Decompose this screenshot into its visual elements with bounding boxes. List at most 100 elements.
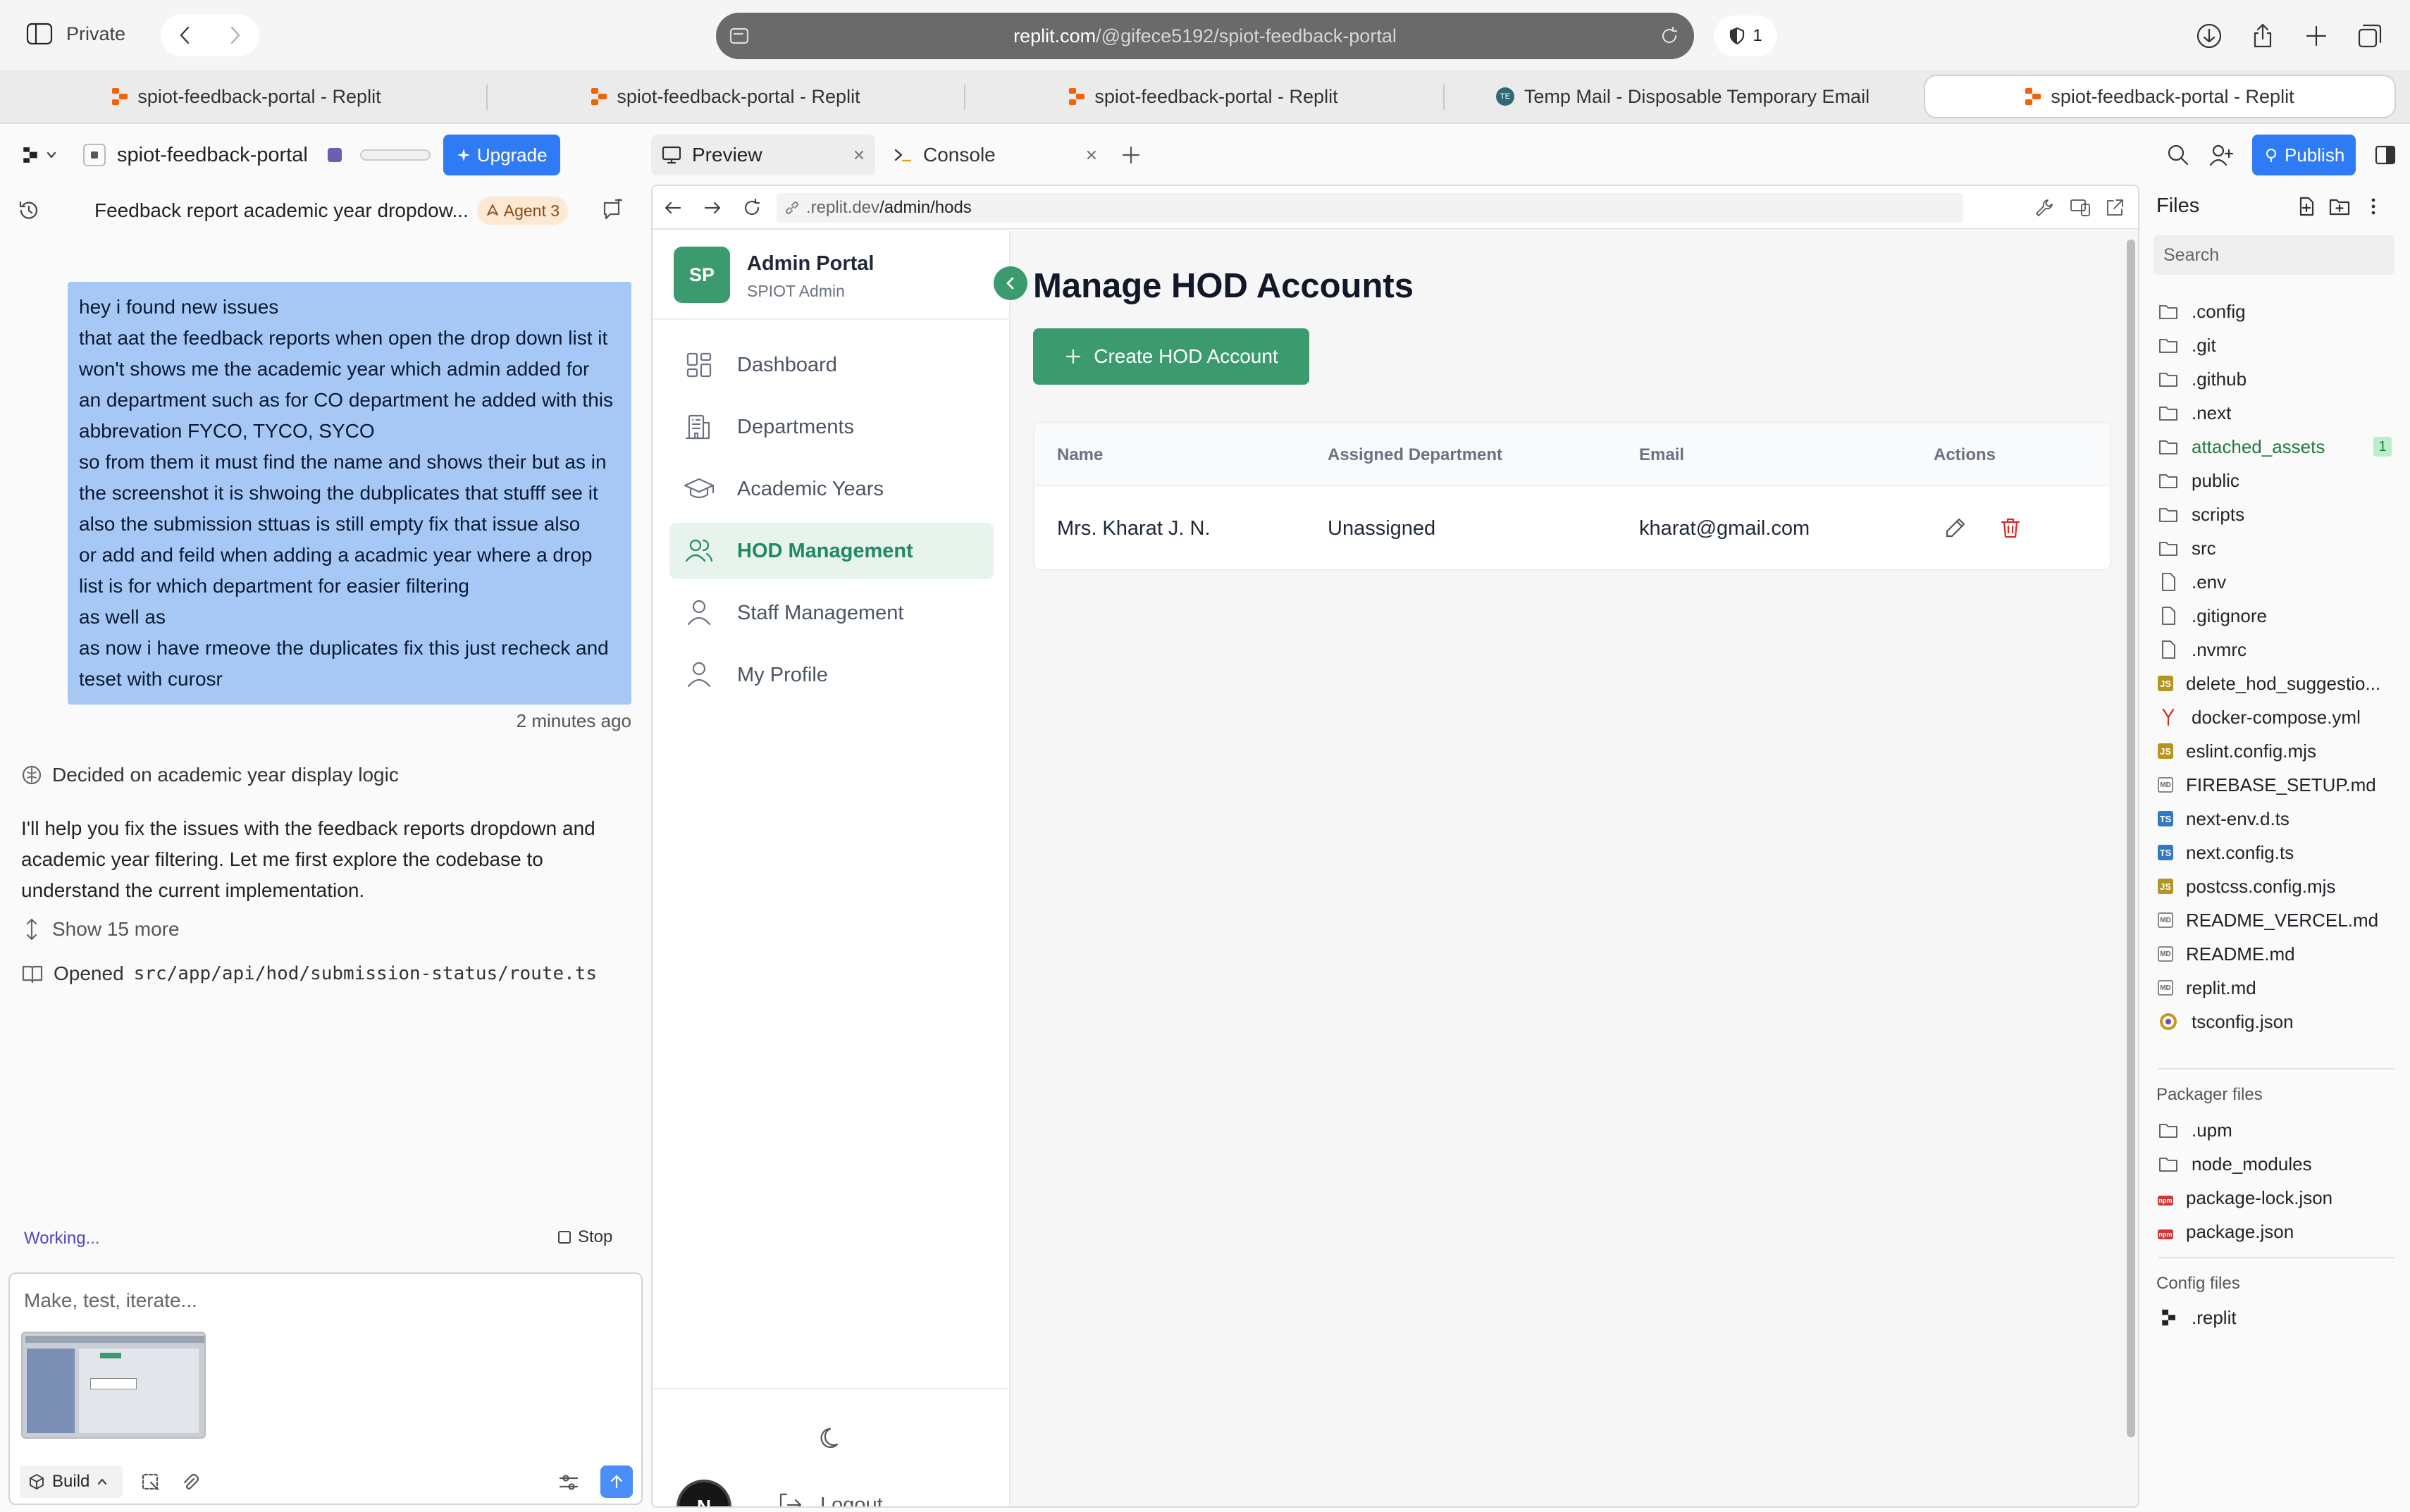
file-row[interactable]: MD README_VERCEL.md (2158, 905, 2378, 936)
create-hod-button[interactable]: Create HOD Account (1033, 328, 1309, 385)
tab-overview-icon[interactable] (2356, 23, 2383, 49)
nav-item-dashboard[interactable]: Dashboard (669, 337, 994, 393)
shield-button[interactable]: 1 (1714, 16, 1777, 56)
tab-preview[interactable]: Preview (651, 135, 875, 175)
tab-console[interactable]: Console (884, 135, 1108, 175)
replit-menu-button[interactable] (21, 146, 58, 164)
file-row[interactable]: JS postcss.config.mjs (2158, 871, 2335, 902)
arrow-right-icon[interactable] (702, 197, 723, 218)
folder-icon (2159, 339, 2177, 353)
file-row[interactable]: TS next.config.ts (2158, 837, 2294, 868)
new-file-icon[interactable] (2296, 196, 2317, 217)
folder-row[interactable]: scripts (2158, 499, 2244, 530)
search-icon[interactable] (2166, 143, 2190, 167)
chat-input-placeholder[interactable]: Make, test, iterate... (24, 1289, 197, 1312)
file-row[interactable]: JS eslint.config.mjs (2158, 736, 2316, 767)
decision-step[interactable]: Decided on academic year display logic (21, 764, 399, 786)
close-icon[interactable] (1085, 149, 1098, 161)
folder-row[interactable]: .github (2158, 364, 2247, 395)
build-mode-button[interactable]: Build (20, 1465, 123, 1498)
new-chat-icon[interactable] (600, 199, 624, 223)
message-line: as now i have rmeove the duplicates fix … (79, 637, 609, 659)
file-row[interactable]: MD README.md (2158, 938, 2295, 969)
nav-item-departments[interactable]: Departments (669, 399, 994, 455)
logout-button[interactable]: Logout (775, 1484, 883, 1506)
folder-row[interactable]: attached_assets 1 (2158, 431, 2392, 462)
browser-tab-active[interactable]: spiot-feedback-portal - Replit (1924, 75, 2396, 118)
devices-icon[interactable] (2069, 197, 2091, 218)
paperclip-icon[interactable] (180, 1473, 200, 1492)
edit-pencil-icon[interactable] (1944, 516, 1967, 540)
folder-row[interactable]: .config (2158, 296, 2246, 327)
new-tab-icon[interactable] (2303, 23, 2330, 49)
wrench-icon[interactable] (2034, 197, 2055, 218)
folder-row[interactable]: public (2158, 465, 2239, 496)
folder-row[interactable]: .git (2158, 330, 2216, 361)
yaml-file-icon (2162, 708, 2175, 726)
history-icon[interactable] (17, 199, 41, 223)
open-external-icon[interactable] (2104, 197, 2125, 218)
nav-item-my-profile[interactable]: My Profile (669, 647, 994, 703)
preview-scrollbar[interactable] (2127, 240, 2135, 1437)
files-search-input[interactable]: Search (2153, 235, 2394, 275)
file-row[interactable]: npm package.json (2158, 1216, 2294, 1247)
file-row[interactable]: .env (2158, 566, 2226, 597)
opened-file-step[interactable]: Opened src/app/api/hod/submission-status… (21, 962, 597, 985)
file-row[interactable]: MD replit.md (2158, 972, 2256, 1003)
file-row[interactable]: .nvmrc (2158, 634, 2247, 665)
preview-url-input[interactable]: .replit.dev/admin/hods (777, 193, 1963, 223)
send-button[interactable] (600, 1465, 633, 1498)
nav-item-academic-years[interactable]: Academic Years (669, 461, 994, 517)
project-switcher[interactable]: spiot-feedback-portal (83, 144, 308, 167)
file-row[interactable]: JS delete_hod_suggestio... (2158, 668, 2380, 699)
stop-button[interactable]: Stop (558, 1227, 612, 1247)
nav-item-hod-management[interactable]: HOD Management (669, 523, 994, 579)
upgrade-button[interactable]: Upgrade (443, 135, 560, 175)
nav-item-staff-management[interactable]: Staff Management (669, 585, 994, 641)
attachment-thumbnail[interactable] (21, 1332, 206, 1439)
reload-icon[interactable] (1659, 25, 1680, 47)
avatar[interactable]: N (676, 1480, 731, 1506)
settings-sliders-icon[interactable] (558, 1473, 579, 1492)
back-icon[interactable] (175, 25, 196, 46)
collapse-sidebar-button[interactable] (994, 266, 1027, 300)
cell-department: Unassigned (1328, 517, 1436, 540)
file-row[interactable]: .replit (2158, 1302, 2237, 1333)
sidebar-toggle-button[interactable]: Private (25, 21, 125, 47)
browser-tab[interactable]: spiot-feedback-portal - Replit (493, 75, 958, 118)
share-icon[interactable] (2249, 23, 2276, 49)
panel-toggle-icon[interactable] (2374, 144, 2397, 166)
file-row[interactable]: TS next-env.d.ts (2158, 803, 2290, 834)
invite-user-icon[interactable] (2208, 143, 2234, 167)
column-header-department: Assigned Department (1328, 445, 1503, 464)
file-row[interactable]: tsconfig.json (2158, 1006, 2294, 1037)
arrow-left-icon[interactable] (662, 197, 684, 218)
file-icon (2162, 573, 2175, 591)
folder-row[interactable]: src (2158, 533, 2216, 564)
select-element-icon[interactable] (141, 1473, 161, 1492)
moon-icon[interactable] (816, 1423, 847, 1454)
refresh-icon[interactable] (741, 197, 762, 218)
delete-trash-icon[interactable] (1998, 516, 2022, 540)
address-bar[interactable]: replit.com/@gifece5192/spiot-feedback-po… (716, 13, 1694, 59)
show-more-button[interactable]: Show 15 more (21, 917, 180, 941)
download-icon[interactable] (2196, 23, 2223, 49)
file-row[interactable]: npm package-lock.json (2158, 1182, 2332, 1213)
folder-row[interactable]: .upm (2158, 1115, 2232, 1146)
file-row[interactable]: MD FIREBASE_SETUP.md (2158, 769, 2376, 800)
folder-row[interactable]: .next (2158, 397, 2231, 428)
publish-button[interactable]: Publish (2252, 135, 2356, 175)
browser-tab[interactable]: spiot-feedback-portal - Replit (14, 75, 479, 118)
more-options-icon[interactable] (2369, 196, 2378, 217)
sidebar-icon (26, 23, 53, 45)
close-icon[interactable] (853, 149, 865, 161)
file-row[interactable]: .gitignore (2158, 600, 2267, 631)
file-row[interactable]: docker-compose.yml (2158, 702, 2361, 733)
forward-icon[interactable] (224, 25, 245, 46)
folder-row[interactable]: node_modules (2158, 1148, 2312, 1179)
browser-tab[interactable]: TE Temp Mail - Disposable Temporary Email (1450, 75, 1915, 118)
new-folder-icon[interactable] (2328, 196, 2351, 217)
browser-tab[interactable]: spiot-feedback-portal - Replit (971, 75, 1436, 118)
chat-input-box[interactable]: Make, test, iterate... Build (8, 1272, 643, 1505)
add-tab-icon[interactable] (1120, 144, 1142, 166)
